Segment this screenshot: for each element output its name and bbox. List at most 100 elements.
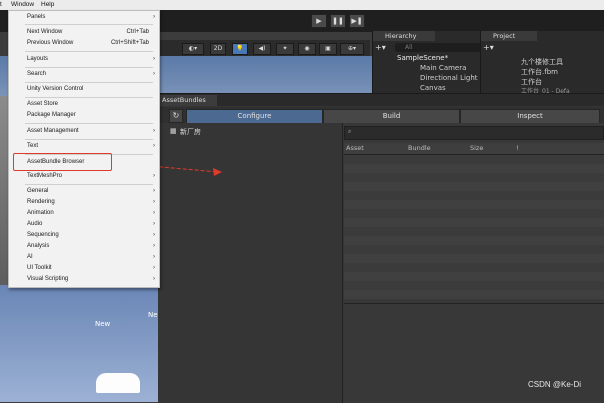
- menu-window[interactable]: Window: [11, 1, 34, 8]
- project-row-tools[interactable]: 九个楼修工具: [521, 57, 563, 67]
- menu-item-ui-toolkit[interactable]: UI Toolkit: [27, 265, 52, 271]
- submenu-arrow-icon: ›: [153, 254, 155, 260]
- submenu-arrow-icon: ›: [153, 143, 155, 149]
- submenu-arrow-icon: ›: [153, 276, 155, 282]
- menu-item-search[interactable]: Search: [27, 71, 46, 77]
- effects-icon[interactable]: ✦: [276, 43, 294, 55]
- menu-item-version-control[interactable]: Unity Version Control: [27, 86, 83, 92]
- tab-build[interactable]: Build: [323, 109, 460, 124]
- menu-separator: [25, 123, 153, 124]
- table-row: [344, 191, 604, 200]
- hierarchy-search-input[interactable]: All: [395, 43, 487, 52]
- hierarchy-row-scene[interactable]: SampleScene*: [397, 54, 448, 62]
- menu-item-panels[interactable]: Panels: [27, 14, 45, 20]
- table-row: [344, 182, 604, 191]
- menu-item-audio[interactable]: Audio: [27, 221, 42, 227]
- menu-item-sequencing[interactable]: Sequencing: [27, 232, 59, 238]
- submenu-arrow-icon: ›: [153, 14, 155, 20]
- project-tab[interactable]: Project: [481, 31, 537, 41]
- submenu-arrow-icon: ›: [153, 199, 155, 205]
- menu-item-visual-scripting[interactable]: Visual Scripting: [27, 276, 68, 282]
- asset-bundles-tabbar: ↻ Configure Build Inspect: [158, 107, 604, 124]
- step-button[interactable]: ▶❚: [349, 14, 365, 28]
- audio-icon[interactable]: ◀): [253, 43, 271, 55]
- menu-item-animation[interactable]: Animation: [27, 210, 54, 216]
- hierarchy-panel: Hierarchy +▾ All SampleScene* Main Camer…: [372, 31, 487, 93]
- submenu-arrow-icon: ›: [153, 128, 155, 134]
- table-row: [344, 155, 604, 164]
- gizmos-icon[interactable]: ⊕▾: [340, 43, 364, 55]
- asset-bundles-tab[interactable]: AssetBundles: [159, 95, 217, 106]
- submenu-arrow-icon: ›: [153, 265, 155, 271]
- menu-item-ai[interactable]: AI: [27, 254, 33, 260]
- window-menu-dropdown: Panels › Next Window Ctrl+Tab Previous W…: [8, 10, 160, 288]
- hierarchy-row-light[interactable]: Directional Light: [420, 74, 478, 82]
- scene-label-ne: Ne: [148, 311, 158, 319]
- 2d-toggle-button[interactable]: 2D: [210, 43, 226, 55]
- table-row: [344, 254, 604, 263]
- submenu-arrow-icon: ›: [153, 221, 155, 227]
- menu-item-general[interactable]: General: [27, 188, 48, 194]
- project-row-fbm[interactable]: 工作台.fbm: [521, 67, 558, 77]
- scene-toolbar: ◐▾ 2D 💡 ◀) ✦ ◉ ▣ ⊕▾: [158, 40, 370, 56]
- hierarchy-row-canvas[interactable]: Canvas: [420, 84, 446, 92]
- menu-help[interactable]: Help: [41, 1, 54, 8]
- menu-item-asset-management[interactable]: Asset Management: [27, 128, 79, 134]
- menu-item-next-window[interactable]: Next Window: [27, 29, 62, 35]
- play-button[interactable]: ▶: [311, 14, 327, 28]
- menu-item-textmeshpro[interactable]: TextMeshPro: [27, 173, 62, 179]
- table-row: [344, 236, 604, 245]
- asset-table-header: Asset Bundle Size !: [344, 143, 604, 155]
- asset-bundles-titlebar: [158, 94, 604, 106]
- table-row: [344, 245, 604, 254]
- table-row: [344, 281, 604, 290]
- menu-item-layouts[interactable]: Layouts: [27, 56, 48, 62]
- menu-item-package-manager[interactable]: Package Manager: [27, 112, 76, 118]
- table-row: [344, 290, 604, 299]
- menu-item-asset-store[interactable]: Asset Store: [27, 101, 58, 107]
- table-row: [344, 272, 604, 281]
- col-size[interactable]: Size: [470, 144, 483, 152]
- table-row: [344, 227, 604, 236]
- hidden-objects-icon[interactable]: ◉: [298, 43, 316, 55]
- menu-item-analysis[interactable]: Analysis: [27, 243, 49, 249]
- refresh-icon[interactable]: ↻: [169, 109, 183, 123]
- menu-tools[interactable]: t: [0, 1, 2, 8]
- menu-shortcut: Ctrl+Tab: [126, 29, 149, 35]
- table-row: [344, 218, 604, 227]
- bundle-icon: ▦: [170, 127, 177, 135]
- col-asset[interactable]: Asset: [346, 144, 364, 152]
- menu-separator: [25, 24, 153, 25]
- col-warning[interactable]: !: [516, 144, 519, 152]
- col-bundle[interactable]: Bundle: [408, 144, 431, 152]
- menu-shortcut: Ctrl+Shift+Tab: [110, 40, 149, 46]
- scene-object: [96, 373, 140, 393]
- hierarchy-row-camera[interactable]: Main Camera: [420, 64, 466, 72]
- tab-inspect[interactable]: Inspect: [460, 109, 600, 124]
- submenu-arrow-icon: ›: [153, 56, 155, 62]
- pause-button[interactable]: ❚❚: [330, 14, 346, 28]
- menu-separator: [25, 184, 153, 185]
- menu-separator: [25, 82, 153, 83]
- submenu-arrow-icon: ›: [153, 210, 155, 216]
- bundle-item[interactable]: 新厂房: [180, 127, 201, 137]
- table-row: [344, 263, 604, 272]
- asset-search-input[interactable]: ⌕: [344, 126, 604, 140]
- menu-separator: [25, 51, 153, 52]
- menu-item-previous-window[interactable]: Previous Window: [27, 40, 73, 46]
- menu-separator: [25, 67, 153, 68]
- hierarchy-tab[interactable]: Hierarchy: [373, 31, 435, 41]
- scene-view-lower[interactable]: New Ne: [0, 285, 160, 402]
- shading-mode-icon[interactable]: ◐▾: [182, 43, 204, 55]
- submenu-arrow-icon: ›: [153, 188, 155, 194]
- camera-icon[interactable]: ▣: [319, 43, 337, 55]
- tab-configure[interactable]: Configure: [186, 109, 323, 124]
- menu-item-text[interactable]: Text: [27, 143, 38, 149]
- add-icon[interactable]: +▾: [483, 43, 494, 52]
- lighting-icon[interactable]: 💡: [232, 43, 248, 55]
- menu-item-rendering[interactable]: Rendering: [27, 199, 55, 205]
- add-icon[interactable]: +▾: [375, 43, 386, 52]
- table-row: [344, 173, 604, 182]
- menu-separator: [25, 97, 153, 98]
- submenu-arrow-icon: ›: [153, 232, 155, 238]
